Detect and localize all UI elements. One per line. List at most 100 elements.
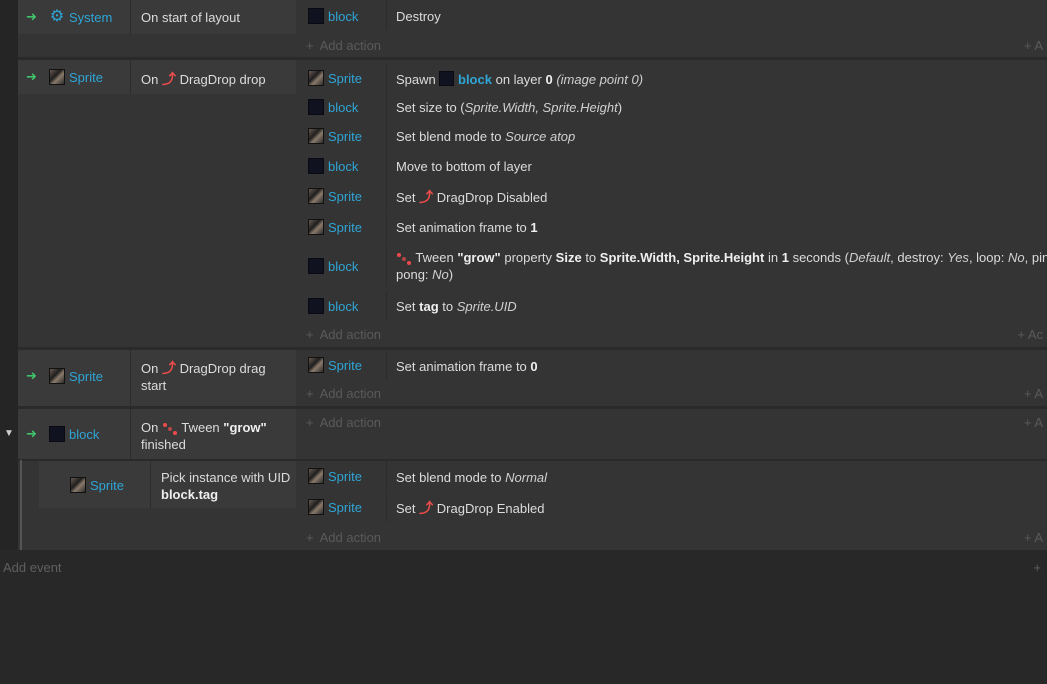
action-text: Spawn block on layer 0 (image point 0) — [396, 71, 1047, 88]
condition-object: Sprite — [49, 69, 103, 85]
event-4[interactable]: ➜ block On Tween "grow" finished + Add ac… — [18, 409, 1047, 459]
text-part: to — [585, 250, 597, 265]
text-part: Set size to ( — [396, 100, 465, 115]
event-3[interactable]: ➜ Sprite On ⤴ DragDrop drag start Sprite… — [18, 350, 1047, 406]
text-part: No — [1007, 250, 1025, 265]
text-part: block — [458, 72, 492, 87]
action-object: block — [308, 258, 358, 274]
divider — [130, 350, 131, 406]
event-1[interactable]: ➜ ⚙ System On start of layout block Dest… — [18, 0, 1047, 57]
condition-row[interactable]: ➜ block On Tween "grow" finished — [18, 409, 296, 459]
add-action-plus-icon[interactable]: + Ac — [1017, 327, 1043, 342]
block-object-icon — [308, 99, 324, 115]
condition-prefix: On — [141, 361, 159, 376]
text-part: Source atop — [505, 129, 576, 144]
action-row[interactable]: block Tween "grow" property Size to Spri… — [297, 243, 1047, 287]
text-part: , destroy: — [890, 250, 944, 265]
condition-row[interactable]: ➜ Sprite On ⤴ DragDrop drop — [18, 60, 296, 94]
object-name: Sprite — [69, 368, 103, 384]
action-row[interactable]: Sprite Set ⤴ DragDrop Enabled — [297, 492, 1047, 522]
condition-row[interactable]: Sprite Pick instance with UID block.tag — [39, 461, 296, 508]
condition-text: On start of layout — [141, 10, 240, 25]
condition-object: block — [49, 426, 99, 442]
plus-icon: + — [306, 386, 314, 401]
text-part: on layer — [495, 72, 542, 87]
add-action-button[interactable]: + Add action — [306, 530, 381, 545]
add-event-button[interactable]: Add event — [3, 560, 62, 575]
add-action-plus-icon[interactable]: + A — [1024, 386, 1043, 401]
action-row[interactable]: block Set size to (Sprite.Width, Sprite.… — [297, 92, 1047, 122]
sprite-object-icon — [308, 188, 324, 204]
object-name: Sprite — [328, 188, 362, 204]
plus-icon: + — [1023, 415, 1032, 430]
condition-text: On ⤴ DragDrop drop — [141, 71, 266, 88]
divider — [150, 461, 151, 508]
action-text: Set tag to Sprite.UID — [396, 298, 1047, 315]
divider — [386, 151, 387, 181]
block-object-icon — [308, 258, 324, 274]
object-name: Sprite — [328, 128, 362, 144]
text-part: Set — [396, 299, 416, 314]
object-name: block — [328, 158, 359, 174]
plus-icon: + — [306, 530, 314, 545]
text-part: Set animation frame to — [396, 359, 527, 374]
event-2-conditions: ➜ Sprite On ⤴ DragDrop drop — [18, 60, 296, 347]
add-action-label: Add action — [319, 530, 382, 545]
text-part: 0 — [530, 359, 538, 374]
object-name: Sprite — [90, 477, 124, 493]
collapse-toggle-icon[interactable]: ▼ — [4, 428, 14, 439]
condition-row[interactable]: ➜ ⚙ System On start of layout — [18, 0, 296, 34]
left-gutter — [0, 0, 18, 550]
trigger-arrow-icon: ➜ — [26, 69, 37, 84]
action-row[interactable]: Sprite Spawn block on layer 0 (image poi… — [297, 63, 1047, 93]
add-action-plus-icon[interactable]: + A — [1024, 38, 1043, 53]
action-row[interactable]: Sprite Set animation frame to 1 — [297, 212, 1047, 242]
block-object-icon — [308, 298, 324, 314]
action-row[interactable]: Sprite Set ⤴ DragDrop Disabled — [297, 181, 1047, 211]
add-action-abbrev: A — [1034, 38, 1043, 53]
text-part: Normal — [505, 470, 548, 485]
divider — [130, 0, 131, 34]
divider — [386, 492, 387, 522]
object-name: block — [328, 8, 359, 24]
add-action-abbrev: A — [1034, 386, 1043, 401]
object-name: System — [69, 9, 113, 25]
add-event-plus-icon[interactable]: + — [1033, 560, 1041, 575]
action-row[interactable]: block Move to bottom of layer — [297, 151, 1047, 181]
plus-icon: + — [306, 327, 314, 342]
text-part: , loop: — [968, 250, 1005, 265]
sub-event-5[interactable]: Sprite Pick instance with UID block.tag … — [18, 461, 1047, 550]
action-row[interactable]: Sprite Set animation frame to 0 — [297, 350, 1047, 380]
action-object: Sprite — [308, 128, 362, 144]
event-4-actions: + Add action + A — [297, 409, 1047, 459]
sprite-object-icon — [308, 128, 324, 144]
action-row[interactable]: block Destroy — [297, 0, 1047, 30]
add-action-plus-icon[interactable]: + A — [1024, 530, 1043, 545]
text-part: Set — [396, 190, 416, 205]
add-action-button[interactable]: + Add action — [306, 38, 381, 53]
event-2[interactable]: ➜ Sprite On ⤴ DragDrop drop Sprite Spawn… — [18, 60, 1047, 347]
object-name: Sprite — [328, 468, 362, 484]
sprite-object-icon — [308, 219, 324, 235]
text-part: Set blend mode to — [396, 470, 502, 485]
text-part: (image point 0) — [556, 72, 644, 87]
object-name: Sprite — [328, 219, 362, 235]
action-row[interactable]: block Set tag to Sprite.UID — [297, 291, 1047, 321]
add-action-plus-icon[interactable]: + A — [1024, 415, 1043, 430]
text-part: Yes — [947, 250, 969, 265]
add-action-button[interactable]: + Add action — [306, 386, 381, 401]
add-action-button[interactable]: + Add action — [306, 415, 381, 430]
condition-row[interactable]: ➜ Sprite On ⤴ DragDrop drag start — [18, 350, 296, 406]
add-action-button[interactable]: + Add action — [306, 327, 381, 342]
divider — [386, 92, 387, 122]
text-part: Size — [555, 250, 582, 265]
action-row[interactable]: Sprite Set blend mode to Source atop — [297, 121, 1047, 151]
text-part: Tween — [415, 250, 454, 265]
event-1-conditions: ➜ ⚙ System On start of layout — [18, 0, 296, 57]
action-text: Move to bottom of layer — [396, 159, 532, 174]
divider — [386, 212, 387, 242]
condition-bold: "grow" — [223, 420, 267, 435]
action-row[interactable]: Sprite Set blend mode to Normal — [297, 461, 1047, 491]
divider — [386, 350, 387, 380]
block-object-icon — [308, 158, 324, 174]
